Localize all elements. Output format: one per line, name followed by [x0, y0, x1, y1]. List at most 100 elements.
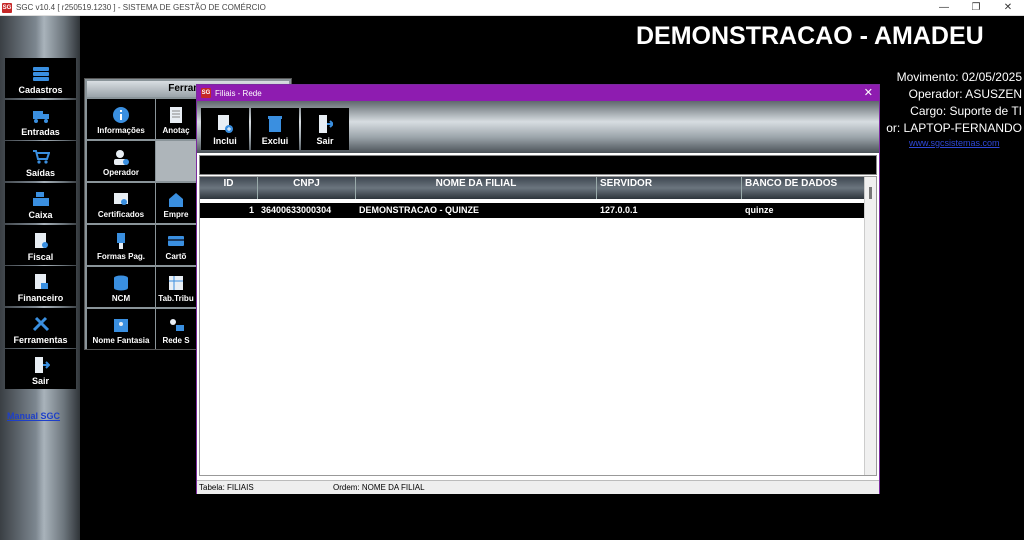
- notes-icon: [170, 107, 182, 123]
- sidebar-item-label: Saídas: [25, 168, 56, 178]
- info-icon: [113, 107, 129, 123]
- window-title: SGC v10.4 [ r250519.1230 ] - SISTEMA DE …: [16, 3, 266, 12]
- close-icon[interactable]: ✕: [992, 0, 1024, 16]
- exit-door-icon: [34, 357, 50, 373]
- inclui-button[interactable]: Inclui: [201, 108, 249, 150]
- cell-servidor: 127.0.0.1: [600, 205, 638, 215]
- tools-icon: [32, 316, 49, 332]
- tool-informacoes[interactable]: Informações: [87, 99, 155, 139]
- tool-label: Anotaç: [162, 126, 190, 135]
- column-header-cnpj[interactable]: CNPJ: [258, 177, 356, 199]
- tool-label: Tab.Tribu: [158, 294, 194, 303]
- tool-label: Informações: [97, 126, 145, 135]
- sidebar-item-fiscal[interactable]: Fiscal: [5, 225, 76, 265]
- tool-label: NCM: [111, 294, 131, 303]
- tool-label: Nome Fantasia: [92, 336, 150, 345]
- operator-role: Cargo: Suporte de TI: [910, 104, 1022, 118]
- table-scrollbar[interactable]: [864, 177, 876, 475]
- column-header-banco[interactable]: BANCO DE DADOS: [742, 177, 866, 199]
- tool-rede[interactable]: Rede S: [156, 309, 196, 349]
- dialog-toolbar: Inclui Exclui Sair: [197, 101, 879, 153]
- sidebar-item-label: Sair: [31, 376, 49, 386]
- sidebar-item-sair[interactable]: Sair: [5, 349, 76, 389]
- sidebar-item-caixa[interactable]: Caixa: [5, 183, 76, 223]
- fiscal-document-icon: [34, 233, 48, 248]
- dialog-title: Filiais - Rede: [215, 88, 262, 98]
- tool-certificados[interactable]: Certificados: [87, 183, 155, 223]
- sidebar-item-label: Financeiro: [17, 293, 64, 303]
- sidebar-item-financeiro[interactable]: Financeiro: [5, 266, 76, 306]
- main-sidebar: Cadastros Entradas Saídas Caixa Fiscal F…: [0, 16, 80, 540]
- status-tabela: Tabela: FILIAIS: [199, 483, 254, 492]
- exclui-button[interactable]: Exclui: [251, 108, 299, 150]
- company-name: DEMONSTRACAO - AMADEU: [636, 22, 984, 50]
- exit-door-icon: [319, 115, 333, 133]
- tools-panel-gap: [156, 141, 196, 181]
- dialog-titlebar: SG Filiais - Rede ✕: [197, 85, 879, 101]
- manual-sgc-link[interactable]: Manual SGC: [7, 411, 60, 421]
- tool-empresa[interactable]: Empre: [156, 183, 196, 223]
- finance-document-icon: [34, 274, 48, 289]
- dialog-statusbar: Tabela: FILIAIS Ordem: NOME DA FILIAL: [197, 480, 879, 494]
- dialog-close-icon[interactable]: ✕: [864, 85, 873, 101]
- tool-label: Certificados: [97, 210, 145, 219]
- tool-label: Rede S: [162, 336, 190, 345]
- computer-name: or: LAPTOP-FERNANDO: [886, 121, 1022, 135]
- tool-operador[interactable]: Operador: [87, 141, 155, 181]
- search-input[interactable]: [199, 155, 877, 175]
- movimento-date: Movimento: 02/05/2025: [896, 70, 1022, 84]
- exclui-label: Exclui: [261, 136, 289, 146]
- website-link[interactable]: www.sgcsistemas.com: [909, 138, 1000, 148]
- sidebar-item-saidas[interactable]: Saídas: [5, 141, 76, 181]
- maximize-icon[interactable]: ❐: [960, 0, 992, 16]
- minimize-icon[interactable]: —: [928, 0, 960, 16]
- cell-banco: quinze: [745, 205, 774, 215]
- card-icon: [168, 236, 184, 246]
- database-icon: [32, 67, 49, 81]
- tax-table-icon: [169, 276, 183, 290]
- cell-cnpj: 36400633000304: [261, 205, 332, 215]
- add-document-icon: [218, 115, 233, 133]
- network-icon: [170, 319, 184, 331]
- cell-nome: DEMONSTRACAO - QUINZE: [359, 205, 479, 215]
- cash-register-icon: [32, 192, 49, 206]
- column-header-nome[interactable]: NOME DA FILIAL: [356, 177, 597, 199]
- filiais-dialog: SG Filiais - Rede ✕ Inclui Exclui Sair I…: [196, 84, 880, 494]
- sidebar-item-label: Cadastros: [18, 85, 63, 95]
- tool-formas-pag[interactable]: Formas Pag.: [87, 225, 155, 265]
- sidebar-item-label: Caixa: [28, 210, 53, 220]
- filiais-table: ID CNPJ NOME DA FILIAL SERVIDOR BANCO DE…: [199, 176, 877, 476]
- operator-name: Operador: ASUSZEN: [908, 87, 1022, 101]
- sidebar-item-label: Entradas: [21, 127, 60, 137]
- tool-nome-fantasia[interactable]: Nome Fantasia: [87, 309, 155, 349]
- column-header-servidor[interactable]: SERVIDOR: [597, 177, 742, 199]
- tool-anotacoes[interactable]: Anotaç: [156, 99, 196, 139]
- window-controls: — ❐ ✕: [928, 0, 1024, 16]
- tool-tab-tributaria[interactable]: Tab.Tribu: [156, 267, 196, 307]
- company-icon: [169, 193, 183, 207]
- payment-icon: [117, 233, 125, 249]
- tool-ncm[interactable]: NCM: [87, 267, 155, 307]
- sidebar-item-cadastros[interactable]: Cadastros: [5, 58, 76, 98]
- column-header-id[interactable]: ID: [200, 177, 258, 199]
- sidebar-item-label: Fiscal: [27, 252, 54, 262]
- scrollbar-thumb[interactable]: [869, 187, 872, 199]
- table-row[interactable]: 1 36400633000304 DEMONSTRACAO - QUINZE 1…: [200, 203, 866, 218]
- inclui-label: Inclui: [213, 136, 237, 146]
- cart-icon: [32, 150, 50, 164]
- tool-cartoes[interactable]: Cartõ: [156, 225, 196, 265]
- sidebar-item-entradas[interactable]: Entradas: [5, 100, 76, 140]
- sair-label: Sair: [316, 136, 334, 146]
- app-logo-icon: SG: [2, 2, 12, 13]
- ncm-database-icon: [114, 275, 128, 291]
- app-logo-icon: SG: [201, 88, 211, 98]
- app-titlebar: SG SGC v10.4 [ r250519.1230 ] - SISTEMA …: [0, 0, 1024, 16]
- tool-label: Formas Pag.: [96, 252, 145, 261]
- dialog-sair-button[interactable]: Sair: [301, 108, 349, 150]
- operator-icon: [114, 150, 129, 165]
- tool-label: Cartõ: [165, 252, 187, 261]
- table-header: ID CNPJ NOME DA FILIAL SERVIDOR BANCO DE…: [200, 177, 866, 199]
- tool-label: Operador: [102, 168, 139, 177]
- cell-id: 1: [248, 205, 254, 215]
- sidebar-item-ferramentas[interactable]: Ferramentas: [5, 308, 76, 348]
